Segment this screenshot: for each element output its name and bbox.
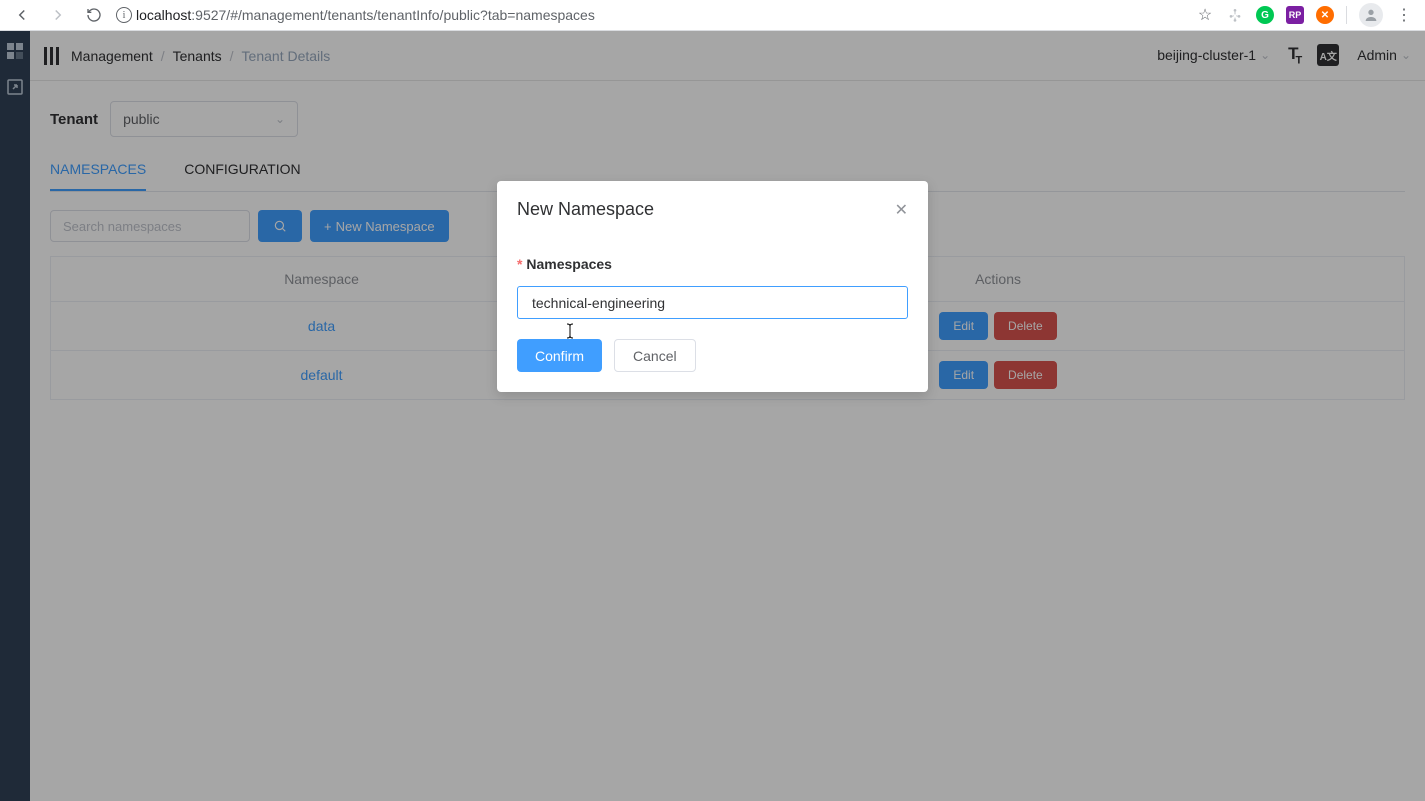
reload-button[interactable] bbox=[80, 1, 108, 29]
browser-chrome: i localhost:9527/#/management/tenants/te… bbox=[0, 0, 1425, 31]
profile-avatar-icon[interactable] bbox=[1359, 3, 1383, 27]
network-icon[interactable] bbox=[1226, 6, 1244, 24]
chrome-actions: ☆ G RP ✕ ⋮ bbox=[1196, 3, 1417, 27]
namespace-field-label: Namespaces bbox=[517, 256, 908, 272]
cancel-button[interactable]: Cancel bbox=[614, 339, 696, 372]
grammarly-icon[interactable]: G bbox=[1256, 6, 1274, 24]
kebab-menu-icon[interactable]: ⋮ bbox=[1395, 6, 1413, 24]
back-button[interactable] bbox=[8, 1, 36, 29]
forward-button[interactable] bbox=[44, 1, 72, 29]
bookmark-icon[interactable]: ☆ bbox=[1196, 6, 1214, 24]
namespace-input[interactable] bbox=[517, 286, 908, 319]
url-path: :9527/#/management/tenants/tenantInfo/pu… bbox=[191, 7, 595, 23]
url-bar[interactable]: i localhost:9527/#/management/tenants/te… bbox=[116, 1, 1188, 29]
confirm-button[interactable]: Confirm bbox=[517, 339, 602, 372]
url-host: localhost bbox=[136, 7, 191, 23]
new-namespace-modal: New Namespace ✕ Namespaces Confirm Cance… bbox=[497, 181, 928, 392]
modal-overlay[interactable] bbox=[0, 31, 1425, 801]
rp-extension-icon[interactable]: RP bbox=[1286, 6, 1304, 24]
site-info-icon[interactable]: i bbox=[116, 7, 132, 23]
modal-title: New Namespace bbox=[517, 199, 654, 220]
postman-icon[interactable]: ✕ bbox=[1316, 6, 1334, 24]
divider bbox=[1346, 6, 1347, 24]
close-icon[interactable]: ✕ bbox=[895, 200, 908, 220]
